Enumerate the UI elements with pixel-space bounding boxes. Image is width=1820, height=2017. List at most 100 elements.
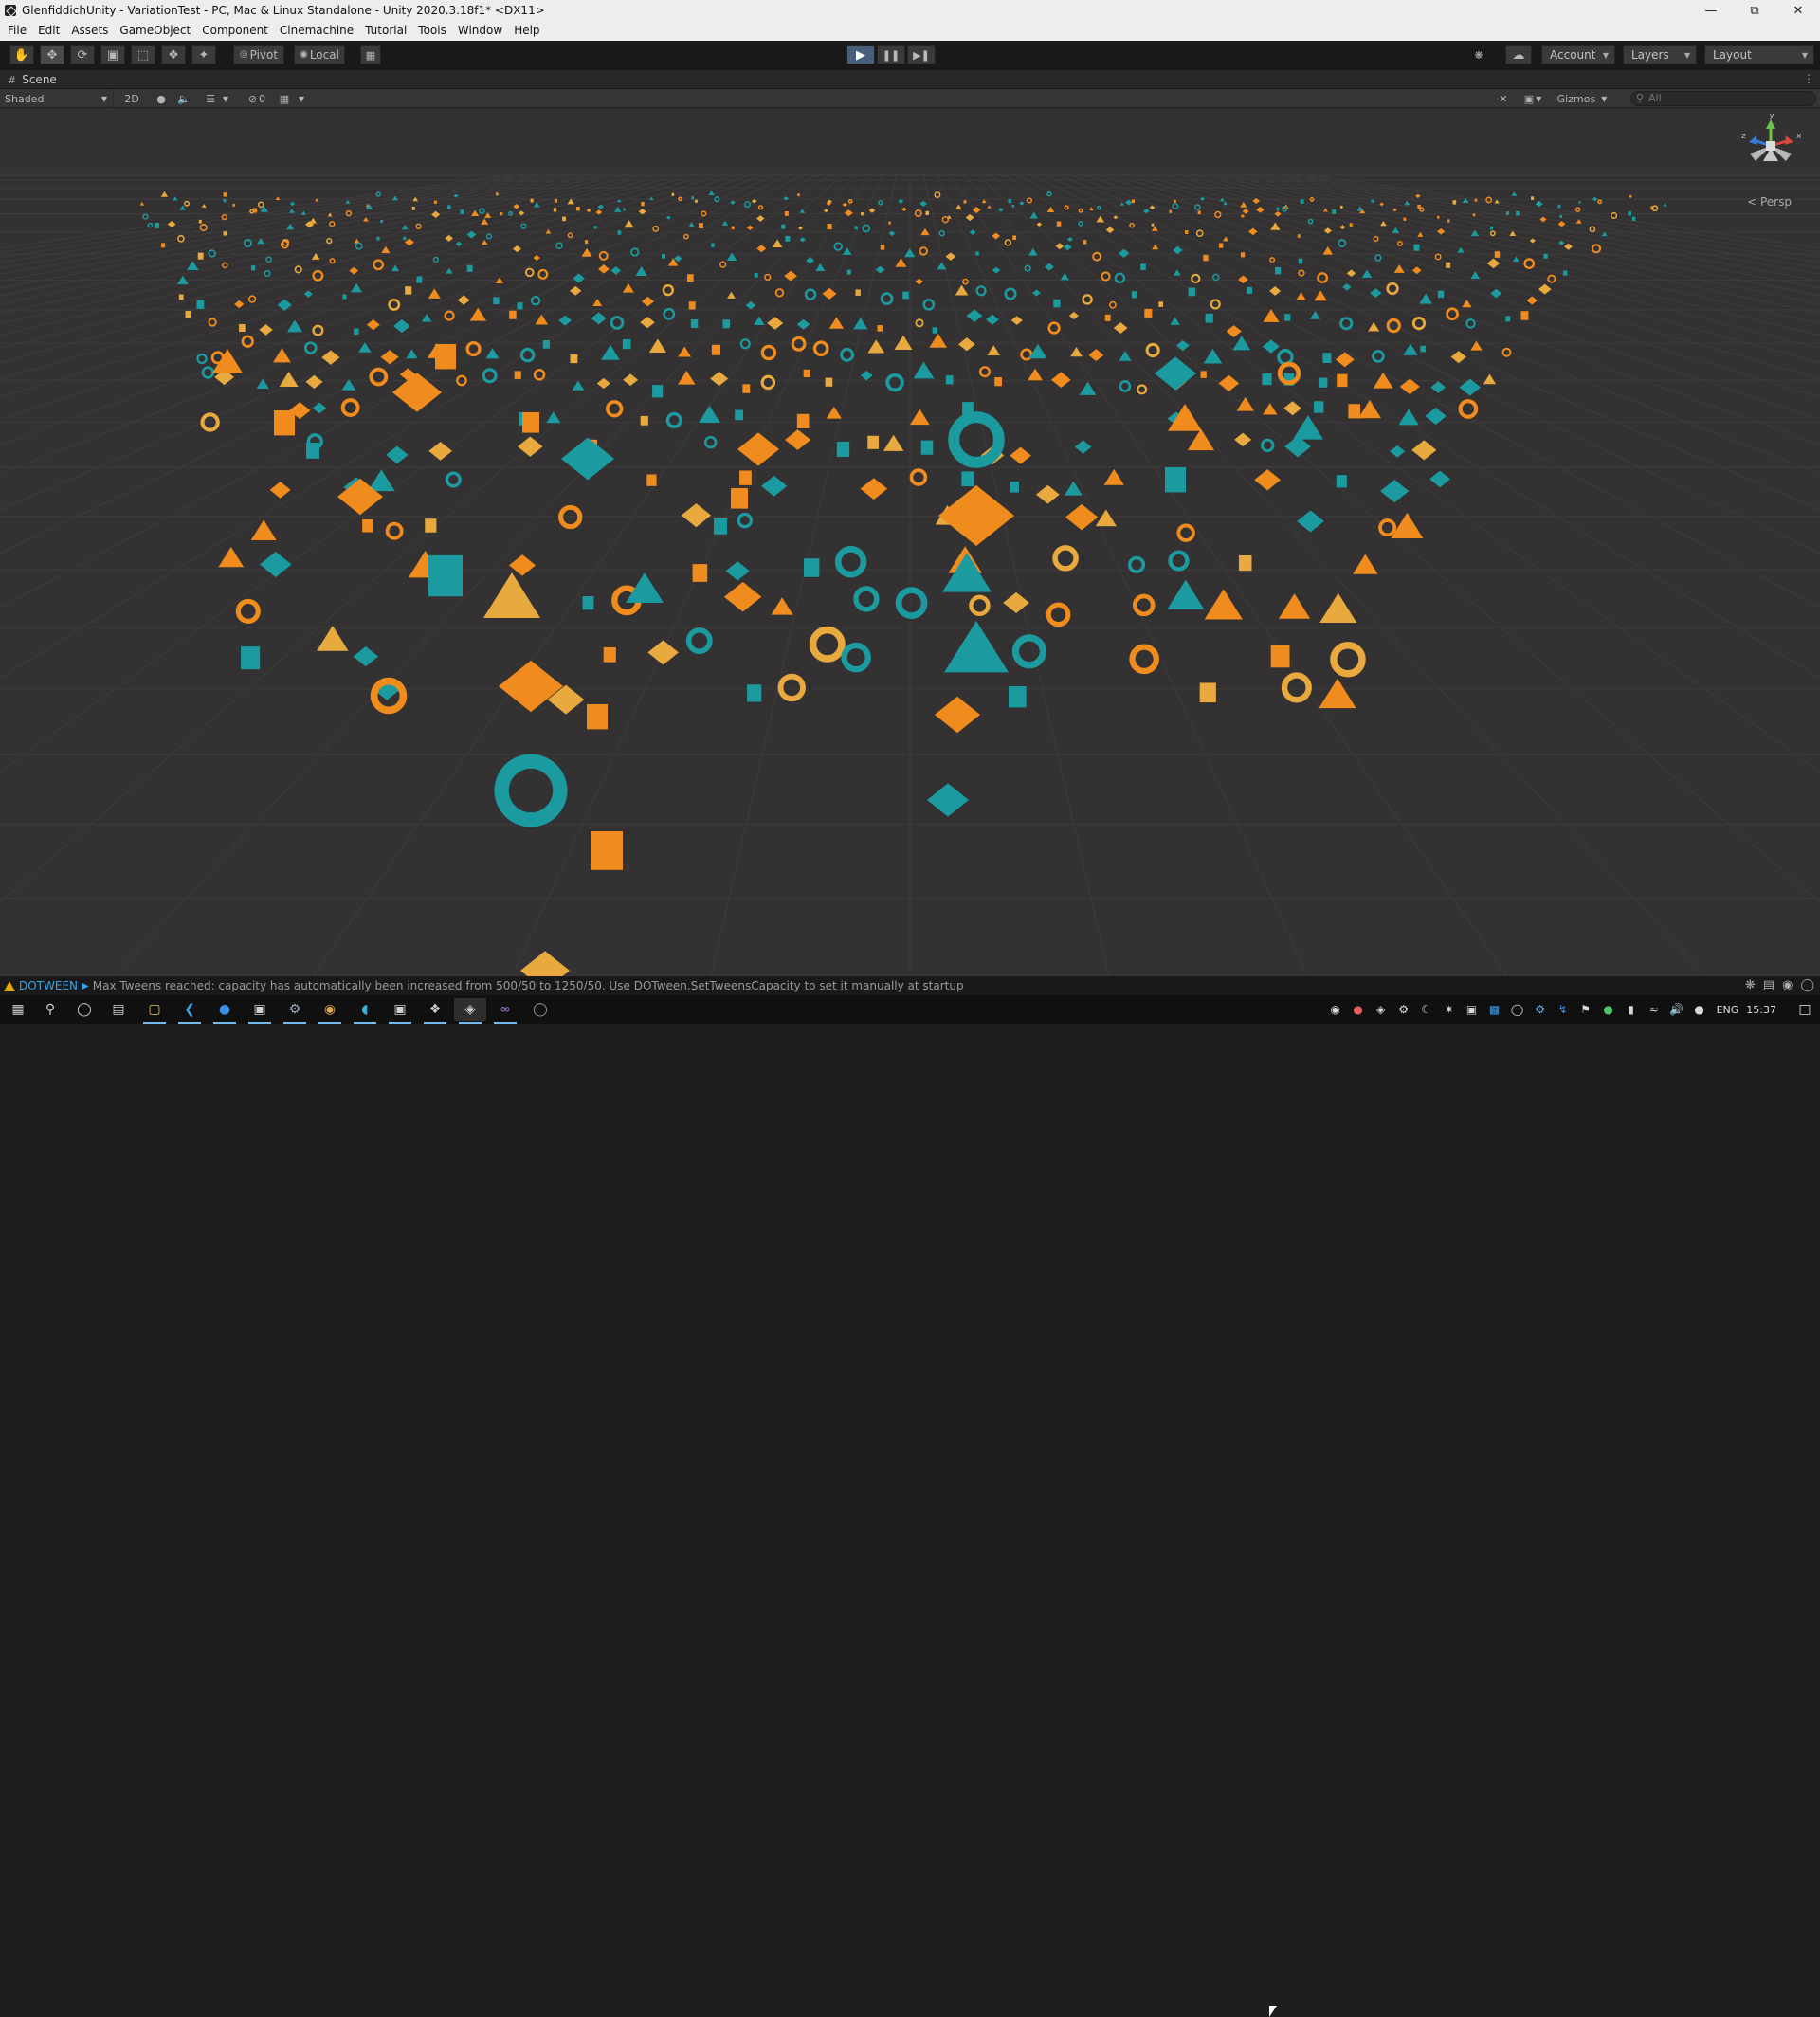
- scene-viewport[interactable]: y x z < Persp: [0, 108, 1820, 976]
- tray-steam-icon[interactable]: ⚙: [1529, 1003, 1552, 1016]
- custom-tool-button[interactable]: ✦: [191, 45, 216, 64]
- rect-tool-button[interactable]: ⬚: [131, 45, 155, 64]
- grid-snap-button[interactable]: ▦: [360, 45, 381, 64]
- bug-icon[interactable]: ❋: [1745, 978, 1756, 992]
- menu-tools[interactable]: Tools: [412, 21, 452, 41]
- scene-object-cube: [692, 564, 708, 582]
- auto-generate-icon[interactable]: ◯: [1800, 978, 1814, 992]
- microphone-icon[interactable]: ●: [1688, 1003, 1711, 1016]
- console-status-bar[interactable]: DOTWEEN ▶ Max Tweens reached: capacity h…: [0, 976, 1820, 995]
- scale-tool-button[interactable]: ▣: [100, 45, 125, 64]
- notifications-icon[interactable]: □: [1790, 1002, 1820, 1017]
- menu-window[interactable]: Window: [452, 21, 508, 41]
- tray-gear-icon[interactable]: ⚙: [1392, 1003, 1415, 1016]
- scene-search-input[interactable]: ⚲ All: [1630, 91, 1816, 106]
- move-tool-button[interactable]: ✥: [40, 45, 64, 64]
- toggle-2d-button[interactable]: 2D: [121, 90, 142, 107]
- lighting-toggle[interactable]: ●: [152, 90, 171, 107]
- hidden-objects-toggle[interactable]: ⊘ 0: [243, 90, 271, 107]
- rotate-tool-button[interactable]: ⟳: [70, 45, 95, 64]
- wifi-icon[interactable]: ≈: [1643, 1003, 1665, 1016]
- layers-dropdown[interactable]: Layers ▼: [1623, 45, 1697, 64]
- tray-moon-icon[interactable]: ☾: [1415, 1003, 1438, 1016]
- tray-display-icon[interactable]: ▣: [1461, 1003, 1483, 1016]
- menu-tutorial[interactable]: Tutorial: [359, 21, 412, 41]
- visual-studio-icon[interactable]: ∞: [489, 998, 521, 1024]
- unity-hub-icon[interactable]: ❖: [419, 998, 451, 1024]
- cloud-icon: ☁: [1512, 47, 1525, 63]
- menu-edit[interactable]: Edit: [32, 21, 65, 41]
- menu-help[interactable]: Help: [508, 21, 545, 41]
- scene-object-torus: [304, 341, 318, 354]
- menu-cinemachine[interactable]: Cinemachine: [274, 21, 359, 41]
- tray-app-icon[interactable]: ●: [1347, 1003, 1370, 1016]
- scene-object-cube: [1158, 301, 1163, 307]
- orientation-gizmo[interactable]: y x z: [1737, 114, 1803, 182]
- account-dropdown[interactable]: Account ▼: [1541, 45, 1615, 64]
- pivot-toggle[interactable]: ◎ Pivot: [233, 45, 284, 64]
- tab-scene[interactable]: # Scene: [0, 70, 85, 89]
- tray-network-icon[interactable]: ◉: [1324, 1003, 1347, 1016]
- unity-icon[interactable]: ◈: [454, 998, 486, 1024]
- step-button[interactable]: ▶❚: [907, 45, 936, 64]
- battery-icon[interactable]: ▮: [1620, 1003, 1643, 1016]
- menu-gameobject[interactable]: GameObject: [114, 21, 196, 41]
- restore-icon[interactable]: ⧉: [1733, 0, 1776, 21]
- steam-icon[interactable]: ⚙: [279, 998, 311, 1024]
- layout-dropdown[interactable]: Layout ▼: [1704, 45, 1814, 64]
- tray-shield-icon[interactable]: ◈: [1370, 1003, 1392, 1016]
- scene-object-cube: [846, 269, 851, 275]
- tools-toggle[interactable]: ✕: [1494, 90, 1513, 107]
- clock[interactable]: 15:37: [1746, 1004, 1776, 1016]
- grid-dropdown[interactable]: ▼: [296, 90, 307, 107]
- language-indicator[interactable]: ENG: [1717, 1004, 1739, 1016]
- chrome-icon[interactable]: ◉: [314, 998, 346, 1024]
- search-icon: ⚲: [1636, 92, 1645, 104]
- windows-start-icon[interactable]: ▦: [2, 998, 34, 1021]
- tray-green-icon[interactable]: ●: [1597, 1003, 1620, 1016]
- minimize-icon[interactable]: —: [1689, 0, 1733, 21]
- cloud-button[interactable]: ☁: [1505, 45, 1532, 64]
- gizmos-dropdown[interactable]: Gizmos ▼: [1551, 90, 1613, 107]
- hand-tool-button[interactable]: ✋: [9, 45, 34, 64]
- effects-dropdown[interactable]: ▼: [220, 90, 231, 107]
- transform-tool-button[interactable]: ❖: [161, 45, 186, 64]
- menu-assets[interactable]: Assets: [65, 21, 114, 41]
- cache-icon[interactable]: ◉: [1782, 978, 1793, 992]
- menu-component[interactable]: Component: [196, 21, 274, 41]
- projection-label[interactable]: < Persp: [1747, 195, 1792, 209]
- scene-object-cube: [975, 251, 979, 256]
- collab-button[interactable]: ❋: [1467, 45, 1490, 64]
- volume-icon[interactable]: 🔊: [1665, 1003, 1688, 1016]
- app-circle-icon[interactable]: ◯: [524, 998, 556, 1021]
- play-button[interactable]: ▶: [846, 45, 875, 64]
- app-blue-icon[interactable]: ●: [209, 998, 241, 1024]
- pause-button[interactable]: ❚❚: [877, 45, 905, 64]
- audio-toggle[interactable]: 🔈: [174, 90, 193, 107]
- vscode-icon[interactable]: ❮: [173, 998, 206, 1024]
- bluetooth-icon[interactable]: ↯: [1552, 1003, 1574, 1016]
- tray-flag-icon[interactable]: ⚑: [1574, 1003, 1597, 1016]
- menu-bar: File Edit Assets GameObject Component Ci…: [0, 21, 1820, 41]
- camera-settings-button[interactable]: ▣ ▼: [1520, 90, 1545, 107]
- shading-mode-dropdown[interactable]: Shaded ▼: [0, 90, 114, 107]
- cortana-icon[interactable]: ◯: [68, 998, 100, 1021]
- more-options-icon[interactable]: ⋮: [1803, 72, 1814, 85]
- app-ue-icon[interactable]: ▣: [244, 998, 276, 1024]
- app-gray-icon[interactable]: ▣: [384, 998, 416, 1024]
- task-view-icon[interactable]: ▤: [102, 998, 135, 1021]
- tray-circle-icon[interactable]: ◯: [1506, 1003, 1529, 1016]
- effects-toggle[interactable]: ☰: [201, 90, 220, 107]
- search-icon[interactable]: ⚲: [34, 998, 66, 1021]
- edge-icon[interactable]: ◖: [349, 998, 381, 1024]
- progress-icon[interactable]: ▤: [1763, 978, 1774, 992]
- menu-file[interactable]: File: [2, 21, 32, 41]
- file-explorer-icon[interactable]: ▢: [138, 998, 171, 1024]
- close-icon[interactable]: ✕: [1776, 0, 1820, 21]
- scene-object-torus: [1168, 550, 1190, 572]
- scene-object-torus: [221, 213, 228, 221]
- tray-share-icon[interactable]: ✷: [1438, 1003, 1461, 1016]
- grid-toggle[interactable]: ▦: [275, 90, 294, 107]
- tray-blue-icon[interactable]: ▩: [1483, 1003, 1506, 1016]
- local-toggle[interactable]: ◉ Local: [294, 45, 345, 64]
